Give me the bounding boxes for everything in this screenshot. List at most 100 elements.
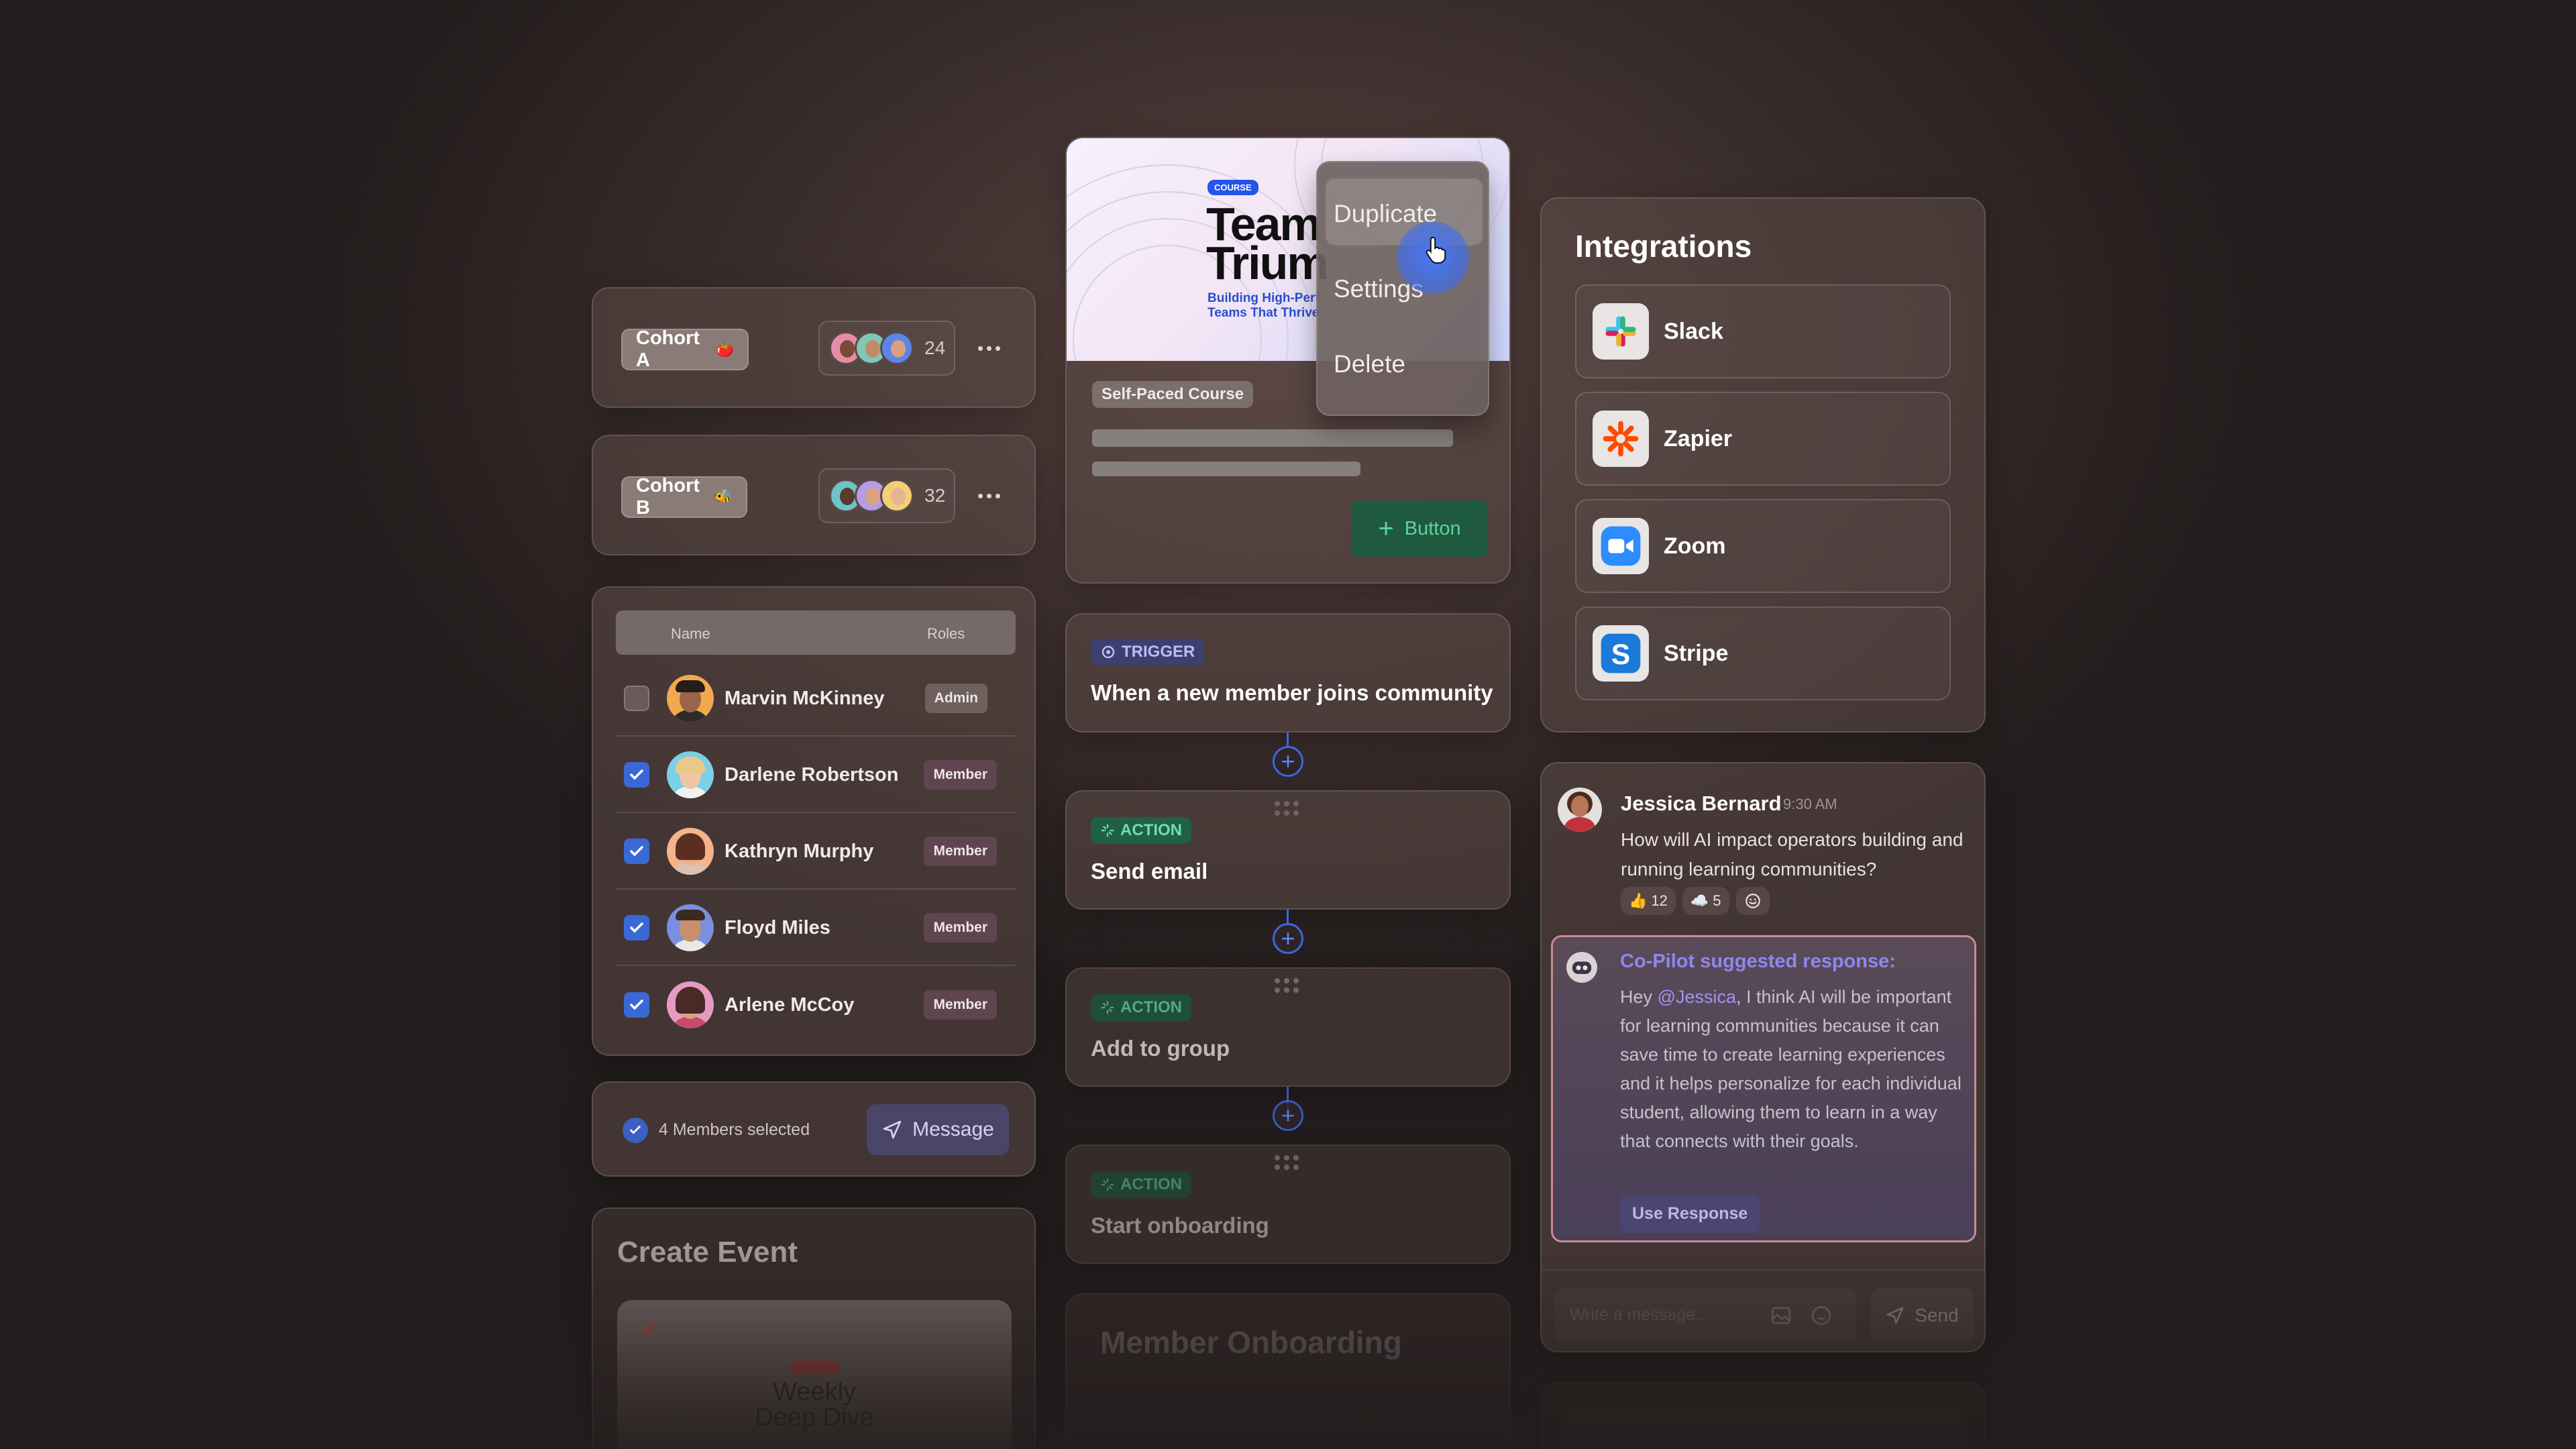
member-name: Arlene McCoy [724,994,855,1016]
action-tag-label: ACTION [1120,821,1182,839]
workflow-trigger-card[interactable]: TRIGGER When a new member joins communit… [1065,613,1511,733]
cohort-b-chip[interactable]: Cohort B 🐝 [621,475,747,519]
use-response-button[interactable]: Use Response [1620,1195,1760,1232]
avatar [880,331,914,365]
bee-emoji: 🐝 [714,488,733,505]
integration-slack[interactable]: Slack [1575,284,1951,378]
description-placeholder [1092,429,1453,447]
action-title: Send email [1091,859,1208,883]
send-icon [883,1120,902,1139]
role-badge: Member [924,837,997,866]
integration-name: Zoom [1664,533,1726,559]
more-options-icon[interactable] [978,494,1000,498]
action-icon [1101,1001,1114,1014]
use-response-label: Use Response [1632,1203,1748,1223]
check-icon [630,769,643,780]
add-step-button[interactable]: + [1273,923,1303,954]
message-button-label: Message [912,1118,994,1140]
add-step-button[interactable]: + [1273,1100,1303,1131]
primary-button-label: Button [1404,517,1461,539]
roles-column-header: Roles [927,625,965,642]
message-input-placeholder: Write a message... [1570,1305,1709,1324]
table-row[interactable]: Floyd Miles Member [616,891,1016,966]
workflow-action-card[interactable]: ACTION Start onboarding [1065,1144,1511,1264]
add-reaction-button[interactable] [1735,887,1770,915]
message-input-row: Write a message... Send [1555,1288,1974,1343]
workflow-action-card[interactable]: ACTION Send email [1065,790,1511,910]
primary-button[interactable]: + Button [1351,500,1488,557]
image-icon[interactable] [1770,1304,1792,1327]
integrations-title: Integrations [1575,229,1752,264]
integration-zapier[interactable]: Zapier [1575,392,1951,486]
mention-link[interactable]: @Jessica [1658,987,1736,1007]
chat-timestamp: 9:30 AM [1783,796,1837,812]
action-tag: ACTION [1091,994,1191,1021]
check-icon [630,1000,643,1010]
cohort-b-card: Cohort B 🐝 32 [592,435,1036,555]
chat-author: Jessica Bernard [1621,792,1782,815]
reaction-thumbs-up[interactable]: 👍 12 [1621,887,1676,915]
role-badge: Admin [924,684,987,713]
course-title-line2: Trium [1206,237,1329,289]
table-row[interactable]: Arlene McCoy Member [616,967,1016,1042]
table-row[interactable]: Darlene Robertson Member [616,738,1016,813]
zoom-logo-icon [1593,518,1649,574]
more-options-icon[interactable] [978,346,1000,351]
logo-icon: //. [643,1318,659,1338]
workflow-action-card[interactable]: ACTION Add to group [1065,967,1511,1087]
integration-zoom[interactable]: Zoom [1575,499,1951,593]
action-icon [1101,1178,1114,1191]
row-checkbox[interactable] [624,915,649,941]
emoji-icon[interactable] [1810,1304,1833,1327]
avatar [1558,788,1602,832]
slack-logo-icon [1593,303,1649,360]
integration-name: Zapier [1664,425,1733,451]
stripe-logo-icon: S [1593,625,1649,682]
copilot-suggestion: Co-Pilot suggested response: Hey @Jessic… [1551,935,1976,1242]
member-count: 24 [924,337,946,358]
row-checkbox[interactable] [624,686,649,711]
robot-icon [1566,952,1597,983]
cohort-a-card: Cohort A 🍅 24 [592,287,1036,408]
action-title: Add to group [1091,1036,1230,1061]
menu-item-delete[interactable]: Delete [1334,350,1405,378]
bottom-right-card [1540,1382,1986,1449]
send-button[interactable]: Send [1870,1288,1974,1343]
trigger-icon [1102,645,1115,659]
member-name: Kathryn Murphy [724,840,874,862]
row-checkbox[interactable] [624,839,649,864]
message-button[interactable]: Message [867,1104,1009,1155]
member-onboarding-title: Member Onboarding [1100,1325,1402,1360]
trigger-title: When a new member joins community [1091,680,1493,705]
event-card-title: Weekly Deep Dive [755,1378,874,1432]
event-cover[interactable]: //. Weekly Deep Dive [617,1300,1012,1449]
selection-count: 4 Members selected [659,1120,810,1139]
action-title: Start onboarding [1091,1213,1269,1238]
chat-card: Jessica Bernard 9:30 AM How will AI impa… [1540,762,1986,1352]
avatar [667,981,714,1028]
table-row[interactable]: Marvin McKinney Admin [616,661,1016,737]
copilot-body: , I think AI will be important for learn… [1620,987,1962,1151]
copilot-greeting: Hey [1620,987,1658,1007]
copilot-response: Hey @Jessica, I think AI will be importa… [1620,983,1962,1156]
member-name: Marvin McKinney [724,687,885,709]
cloud-icon: ☁️ [1690,892,1709,909]
reaction-cloud[interactable]: ☁️ 5 [1682,887,1729,915]
selection-bar: 4 Members selected Message [592,1081,1036,1177]
row-checkbox[interactable] [624,992,649,1018]
avatar [667,904,714,951]
cohort-b-avatars[interactable]: 32 [818,468,955,523]
member-name: Darlene Robertson [724,763,899,786]
message-input[interactable]: Write a message... [1555,1288,1857,1343]
role-badge: Member [924,760,997,790]
trigger-tag-label: TRIGGER [1122,643,1195,661]
integration-stripe[interactable]: S Stripe [1575,606,1951,700]
cohort-a-avatars[interactable]: 24 [818,321,955,376]
add-step-button[interactable]: + [1273,746,1303,777]
cohort-a-chip[interactable]: Cohort A 🍅 [621,327,749,371]
member-onboarding-card: Member Onboarding [1065,1293,1511,1449]
course-badge: COURSE [1208,180,1258,195]
row-checkbox[interactable] [624,762,649,788]
table-row[interactable]: Kathryn Murphy Member [616,814,1016,890]
role-badge: Member [924,990,997,1020]
